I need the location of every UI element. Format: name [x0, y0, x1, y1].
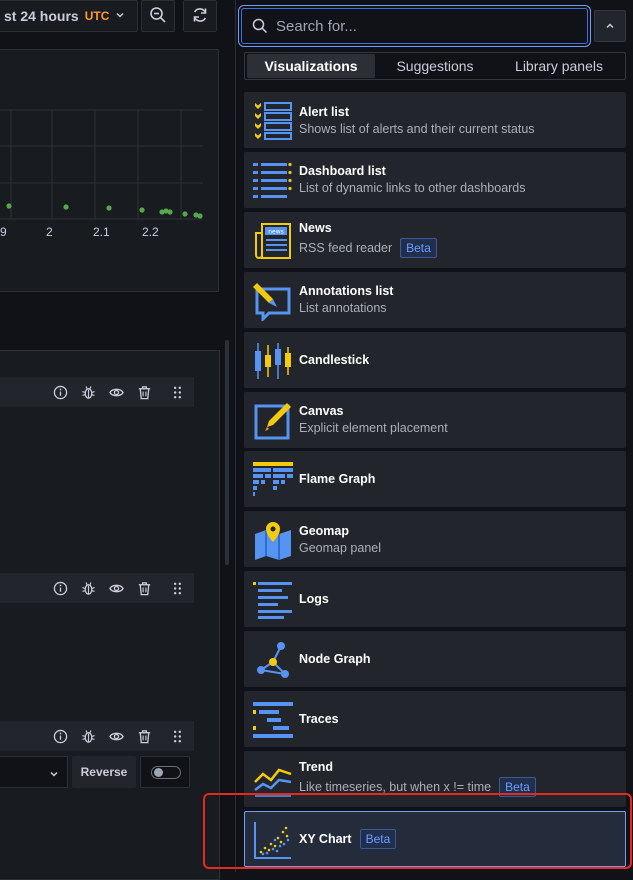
viz-name: Candlestick — [299, 353, 369, 367]
data-point — [6, 203, 11, 208]
canvas-icon — [253, 401, 293, 441]
viz-name: Alert list — [299, 105, 349, 119]
x-tick-label: 2.1 — [93, 225, 110, 239]
viz-item-annotations-list[interactable]: Annotations list List annotations — [244, 272, 626, 328]
collapse-button[interactable] — [594, 10, 626, 42]
chevron-up-icon — [605, 19, 615, 34]
data-point — [139, 207, 144, 212]
info-icon[interactable] — [51, 727, 69, 745]
left-scrollbar[interactable] — [225, 340, 229, 565]
trash-icon[interactable] — [135, 579, 153, 597]
viz-item-canvas[interactable]: Canvas Explicit element placement — [244, 392, 626, 448]
drag-handle-icon[interactable] — [168, 383, 186, 401]
geomap-icon — [253, 520, 293, 560]
x-tick-label: 9 — [0, 225, 7, 239]
viz-tabs: Visualizations Suggestions Library panel… — [244, 52, 626, 80]
candlestick-icon — [253, 341, 293, 381]
data-point — [197, 213, 202, 218]
viz-description: List annotations — [299, 301, 387, 315]
tab-suggestions[interactable]: Suggestions — [375, 54, 495, 78]
trash-icon[interactable] — [135, 727, 153, 745]
tab-library-panels[interactable]: Library panels — [495, 54, 623, 78]
time-range-picker[interactable]: st 24 hours UTC — [0, 0, 138, 32]
node-graph-icon — [253, 640, 293, 680]
zoom-out-button[interactable] — [141, 0, 175, 32]
viz-name: Logs — [299, 592, 329, 606]
eye-icon[interactable] — [107, 383, 125, 401]
viz-description: Shows list of alerts and their current s… — [299, 122, 535, 136]
annotations-list-icon — [253, 281, 293, 321]
scatter-plot — [0, 50, 218, 291]
chevron-down-icon — [115, 10, 125, 23]
viz-name: News — [299, 221, 332, 235]
viz-item-logs[interactable]: Logs — [244, 571, 626, 627]
data-point — [167, 209, 172, 214]
drag-handle-icon[interactable] — [168, 579, 186, 597]
timezone-label: UTC — [85, 9, 110, 23]
query-row-header — [0, 721, 194, 751]
info-icon[interactable] — [51, 579, 69, 597]
selection-highlight — [203, 793, 632, 869]
search-input[interactable] — [274, 17, 578, 36]
logs-icon — [253, 580, 293, 620]
traces-icon — [253, 700, 293, 740]
viz-name: Geomap — [299, 524, 349, 538]
viz-item-candlestick[interactable]: Candlestick — [244, 332, 626, 388]
eye-icon[interactable] — [107, 727, 125, 745]
viz-item-traces[interactable]: Traces — [244, 691, 626, 747]
viz-name: Traces — [299, 712, 339, 726]
flame-graph-icon — [253, 460, 293, 500]
chevron-down-icon — [49, 767, 59, 782]
viz-item-alert-list[interactable]: Alert list Shows list of alerts and their… — [244, 92, 626, 148]
viz-description: Explicit element placement — [299, 421, 448, 435]
drag-handle-icon[interactable] — [168, 727, 186, 745]
query-row-header — [0, 377, 194, 407]
viz-name: Trend — [299, 760, 333, 774]
viz-description: List of dynamic links to other dashboard… — [299, 181, 526, 195]
data-point — [106, 205, 111, 210]
viz-item-node-graph[interactable]: Node Graph — [244, 631, 626, 687]
svg-text:news: news — [268, 228, 284, 235]
beta-badge: Beta — [400, 238, 437, 258]
x-tick-label: 2.2 — [142, 225, 159, 239]
search-icon — [252, 18, 268, 34]
reverse-toggle[interactable] — [140, 756, 190, 788]
news-icon: news — [253, 221, 293, 261]
bug-icon[interactable] — [79, 579, 97, 597]
zoom-out-icon — [149, 6, 167, 27]
viz-item-dashboard-list[interactable]: Dashboard list List of dynamic links to o… — [244, 152, 626, 208]
trash-icon[interactable] — [135, 383, 153, 401]
reverse-button[interactable]: Reverse — [72, 756, 136, 788]
data-point — [63, 204, 68, 209]
time-range-label: st 24 hours — [4, 8, 79, 24]
viz-name: Node Graph — [299, 652, 371, 666]
alert-list-icon — [253, 101, 293, 141]
viz-name: Flame Graph — [299, 472, 375, 486]
viz-item-geomap[interactable]: Geomap Geomap panel — [244, 511, 626, 567]
viz-name: Annotations list — [299, 284, 393, 298]
visualization-search[interactable] — [241, 8, 588, 44]
bug-icon[interactable] — [79, 383, 97, 401]
x-tick-label: 2 — [46, 225, 53, 239]
query-row-header — [0, 573, 194, 603]
viz-description: Geomap panel — [299, 541, 381, 555]
viz-name: Canvas — [299, 404, 343, 418]
refresh-icon — [191, 6, 209, 27]
eye-icon[interactable] — [107, 579, 125, 597]
refresh-button[interactable] — [183, 0, 217, 32]
order-select[interactable] — [0, 756, 68, 788]
dashboard-list-icon — [253, 161, 293, 201]
bug-icon[interactable] — [79, 727, 97, 745]
viz-item-flame-graph[interactable]: Flame Graph — [244, 451, 626, 507]
viz-name: Dashboard list — [299, 164, 386, 178]
viz-description: RSS feed reader — [299, 241, 392, 255]
pane-divider[interactable] — [235, 0, 236, 872]
data-point — [182, 211, 187, 216]
graph-panel — [0, 49, 219, 292]
tab-visualizations[interactable]: Visualizations — [247, 54, 375, 78]
query-editor-area — [0, 350, 220, 880]
info-icon[interactable] — [51, 383, 69, 401]
viz-item-news[interactable]: news News RSS feed reader Beta — [244, 212, 626, 268]
